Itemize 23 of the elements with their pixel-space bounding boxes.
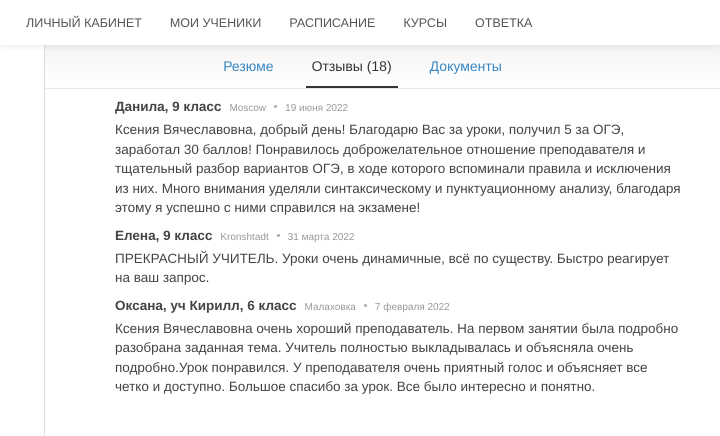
- nav-link[interactable]: ЛИЧНЫЙ КАБИНЕТ: [26, 16, 142, 30]
- tab[interactable]: Отзывы (18): [306, 45, 398, 88]
- review-author: Оксана, уч Кирилл, 6 класс: [115, 298, 297, 312]
- review-date: 7 февраля 2022: [374, 302, 450, 312]
- separator-dot: [276, 234, 280, 236]
- nav-link[interactable]: ОТВЕТКА: [475, 16, 532, 30]
- review-location: Kronshtadt: [220, 232, 269, 242]
- tab[interactable]: Документы: [424, 45, 508, 88]
- review-author: Данила, 9 класс: [115, 99, 222, 114]
- review-date: 19 июня 2022: [285, 103, 348, 114]
- tab[interactable]: Резюме: [217, 45, 280, 88]
- review-author: Елена, 9 класс: [115, 228, 212, 242]
- review-date: 31 марта 2022: [288, 232, 354, 242]
- nav-link[interactable]: РАСПИСАНИЕ: [289, 16, 376, 30]
- review-text: ПРЕКРАСНЫЙ УЧИТЕЛЬ. Уроки очень динамичные, всё по существу. Быстро реагирует на ваш запрос.: [115, 250, 670, 287]
- separator-dot: [364, 304, 367, 306]
- review-location: Moscow: [229, 103, 266, 114]
- nav-link[interactable]: МОИ УЧЕНИКИ: [170, 16, 262, 30]
- review-location: Малаховка: [304, 302, 356, 312]
- separator-dot: [274, 105, 278, 108]
- review-text: Ксения Вячеславовна, добрый день! Благодарю Вас за уроки, получил 5 за ОГЭ, заработал 30 баллов! Понравилось доброжелательное отношение преподавателя и тщательный разбор вариантов ОГЭ, в ходе которого вспоминали правила и исключения из них. Много внимания уделяли синтаксическому и пунктуационному анализу, благодаря этому я успешно с ними справился на экзамене!: [115, 121, 682, 217]
- review-text: Ксения Вячеславовна очень хороший преподаватель. На первом занятии была подробно разобрана заданная тема. Учитель полностью выкладывалась и объясняла очень подробно.Урок понравился. У преподавателя очень приятный голос и объясняет все четко и доступно. Большое спасибо за урок. Все было интересно и понятно.: [115, 320, 680, 396]
- nav-link[interactable]: КУРСЫ: [403, 16, 448, 30]
